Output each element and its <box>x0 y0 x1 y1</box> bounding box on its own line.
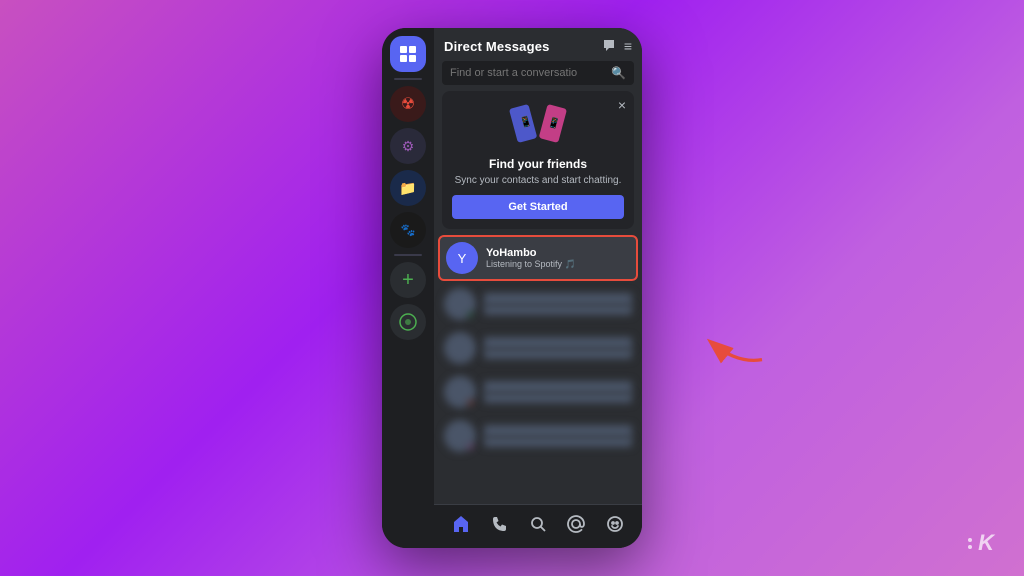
search-icon: 🔍 <box>611 66 626 80</box>
dm-status-yohambo: Listening to Spotify 🎵 <box>486 259 630 270</box>
find-friends-title: Find your friends <box>452 157 624 171</box>
dm-name-user2: BlurUser <box>484 293 632 305</box>
dm-info-user3: BlurUser2 blur <box>484 337 632 359</box>
server-sidebar: ☢ ⚙ 📁 🐾 + <box>382 28 434 548</box>
dm-name-user4: BlurUser3 <box>484 381 632 393</box>
server-icon-1[interactable]: ☢ <box>390 86 426 122</box>
dm-header: Direct Messages ≡ <box>434 28 642 61</box>
find-friends-subtitle: Sync your contacts and start chatting. <box>452 174 624 187</box>
phone-wrapper: ☢ ⚙ 📁 🐾 + Direct Messages <box>382 28 642 548</box>
dm-avatar-yohambo: Y <box>446 242 478 274</box>
nav-search-icon[interactable] <box>524 510 552 543</box>
nav-call-icon[interactable] <box>486 510 514 543</box>
server-icon-home[interactable] <box>390 36 426 72</box>
dm-status-user4: blur <box>484 393 632 403</box>
dm-avatar-user3 <box>444 332 476 364</box>
search-bar[interactable]: 🔍 <box>442 61 634 85</box>
status-dot-user4 <box>467 399 476 408</box>
watermark: K <box>968 530 994 556</box>
dm-panel: Direct Messages ≡ 🔍 × <box>434 28 642 548</box>
dm-name-user5: BlurUser4 <box>484 425 632 437</box>
friends-illustration: 📱 📱 <box>452 101 624 151</box>
close-button[interactable]: × <box>618 97 626 113</box>
watermark-dots <box>968 538 972 549</box>
server-icon-2[interactable]: ⚙ <box>390 128 426 164</box>
dm-item-user5[interactable]: BlurUser4 blur <box>438 415 638 457</box>
dm-status-user3: blur <box>484 349 632 359</box>
server-icon-4[interactable]: 🐾 <box>390 212 426 248</box>
dm-avatar-user5 <box>444 420 476 452</box>
watermark-dot-2 <box>968 545 972 549</box>
header-icons: ≡ <box>602 38 632 55</box>
dm-status-user5: blur <box>484 437 632 447</box>
dm-item-user3[interactable]: BlurUser2 blur <box>438 327 638 369</box>
watermark-dot-1 <box>968 538 972 542</box>
server-icon-add[interactable]: + <box>390 262 426 298</box>
search-input[interactable] <box>450 67 605 79</box>
status-dot-user5 <box>467 443 476 452</box>
dm-info-user2: BlurUser blur <box>484 293 632 315</box>
dm-list: Y YoHambo Listening to Spotify 🎵 BlurUse… <box>434 235 642 504</box>
get-started-button[interactable]: Get Started <box>452 195 624 219</box>
server-divider <box>394 78 422 80</box>
dm-name-yohambo: YoHambo <box>486 247 630 259</box>
dm-item-yohambo[interactable]: Y YoHambo Listening to Spotify 🎵 <box>438 235 638 281</box>
find-friends-card: × 📱 📱 Find your friends Sync your contac… <box>442 91 634 229</box>
server-icon-3[interactable]: 📁 <box>390 170 426 206</box>
dm-item-user4[interactable]: BlurUser3 blur <box>438 371 638 413</box>
new-dm-icon[interactable] <box>602 38 616 55</box>
bottom-nav <box>434 504 642 548</box>
nav-emoji-icon[interactable] <box>601 510 629 543</box>
dm-status-user2: blur <box>484 305 632 315</box>
dm-info-yohambo: YoHambo Listening to Spotify 🎵 <box>486 247 630 270</box>
server-icon-discover[interactable] <box>390 304 426 340</box>
nav-mention-icon[interactable] <box>562 510 590 543</box>
watermark-letter: K <box>978 530 994 556</box>
phone-container: ☢ ⚙ 📁 🐾 + Direct Messages <box>382 28 642 548</box>
server-divider-2 <box>394 254 422 256</box>
dm-avatar-user2 <box>444 288 476 320</box>
menu-icon[interactable]: ≡ <box>624 38 632 55</box>
dm-info-user4: BlurUser3 blur <box>484 381 632 403</box>
nav-home-icon[interactable] <box>447 510 475 543</box>
dm-name-user3: BlurUser2 <box>484 337 632 349</box>
dm-info-user5: BlurUser4 blur <box>484 425 632 447</box>
dm-avatar-user4 <box>444 376 476 408</box>
dm-title: Direct Messages <box>444 39 550 54</box>
dm-item-user2[interactable]: BlurUser blur <box>438 283 638 325</box>
status-dot-user2 <box>467 311 476 320</box>
